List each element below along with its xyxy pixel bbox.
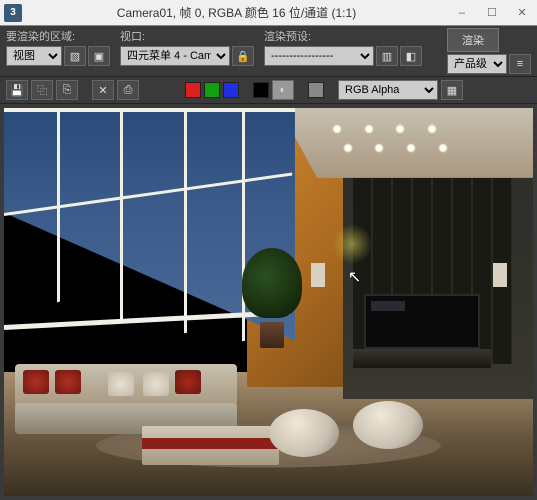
auto-region-icon[interactable]: ▣: [88, 46, 110, 66]
channel-alpha-icon[interactable]: [253, 82, 269, 98]
channel-select[interactable]: RGB Alpha: [338, 80, 438, 100]
channel-green-icon[interactable]: [204, 82, 220, 98]
preset-browse-icon[interactable]: ▥: [376, 46, 398, 66]
area-label: 要渲染的区域:: [6, 28, 110, 44]
region-icon[interactable]: ▧: [64, 46, 86, 66]
production-select[interactable]: 产品级: [447, 54, 507, 74]
preset-select[interactable]: -----------------: [264, 46, 374, 66]
clear-icon[interactable]: ✕: [92, 80, 114, 100]
copy-icon[interactable]: ⿻: [31, 80, 53, 100]
preset-label: 渲染预设:: [264, 28, 422, 44]
viewport-select[interactable]: 四元菜单 4 - Cam: [120, 46, 230, 66]
production-settings-icon[interactable]: ≡: [509, 54, 531, 74]
window-title: Camera01, 帧 0, RGBA 颜色 16 位/通道 (1:1): [26, 4, 447, 21]
channel-red-icon[interactable]: [185, 82, 201, 98]
render-button[interactable]: 渲染: [447, 28, 499, 52]
lock-icon[interactable]: 🔒: [232, 46, 254, 66]
viewport-label: 视口:: [120, 28, 254, 44]
close-button[interactable]: ✕: [507, 2, 537, 24]
title-bar[interactable]: 3 Camera01, 帧 0, RGBA 颜色 16 位/通道 (1:1) –…: [0, 0, 537, 26]
channel-settings-icon[interactable]: ▦: [441, 80, 463, 100]
mono-icon[interactable]: ◐: [272, 80, 294, 100]
clone-icon[interactable]: ⎘: [56, 80, 78, 100]
bg-swatch[interactable]: [308, 82, 324, 98]
preset-settings-icon[interactable]: ◧: [400, 46, 422, 66]
app-icon: 3: [4, 4, 22, 22]
render-viewport[interactable]: ↖: [4, 108, 533, 496]
area-select[interactable]: 视图: [6, 46, 62, 66]
save-icon[interactable]: 💾: [6, 80, 28, 100]
print-icon[interactable]: ⎙: [117, 80, 139, 100]
image-toolbar: 💾 ⿻ ⎘ ✕ ⎙ ◐ RGB Alpha ▦: [0, 77, 537, 104]
maximize-button[interactable]: ☐: [477, 2, 507, 24]
channel-blue-icon[interactable]: [223, 82, 239, 98]
minimize-button[interactable]: –: [447, 2, 477, 24]
render-window: 3 Camera01, 帧 0, RGBA 颜色 16 位/通道 (1:1) –…: [0, 0, 537, 500]
rendered-image: ↖: [4, 108, 533, 496]
render-controls-row: 要渲染的区域: 视图 ▧ ▣ 视口: 四元菜单 4 - Cam 🔒 渲染预设: …: [0, 26, 537, 77]
